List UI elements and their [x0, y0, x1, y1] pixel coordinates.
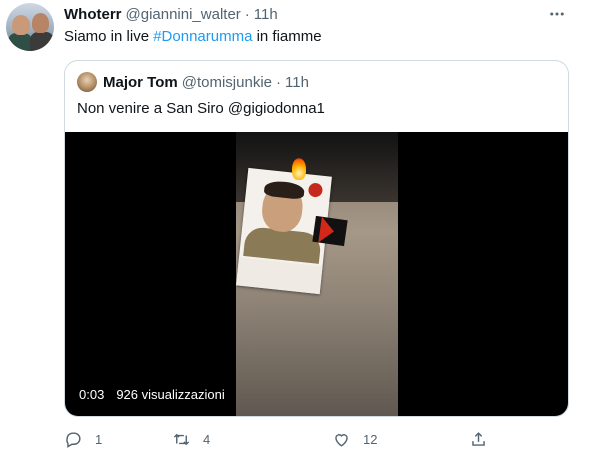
retweet-icon: [173, 433, 190, 445]
like-button[interactable]: 12: [332, 425, 377, 453]
more-icon[interactable]: [547, 4, 567, 24]
flag-sticker: [312, 215, 348, 247]
quoted-author-handle: @tomisjunkie: [181, 73, 272, 91]
video-player[interactable]: 0:03 926 visualizzazioni: [65, 132, 568, 416]
retweet-count: 4: [203, 431, 211, 447]
reply-button[interactable]: 1: [64, 425, 102, 453]
tweet-text-before: Siamo in live: [64, 28, 154, 45]
like-count: 12: [363, 431, 378, 447]
share-button[interactable]: [469, 425, 488, 453]
hashtag-link[interactable]: #Donnarumma: [153, 28, 252, 45]
like-icon: [335, 433, 348, 447]
video-info: 0:03 926 visualizzazioni: [79, 387, 225, 402]
quoted-author-name: Major Tom: [103, 73, 178, 91]
reply-count: 1: [95, 431, 103, 447]
reply-icon: [66, 431, 81, 448]
quoted-tweet[interactable]: Major Tom @tomisjunkie · 11h Non venire …: [64, 60, 569, 417]
share-icon: [472, 431, 485, 446]
quoted-tweet-time: 11h: [285, 73, 309, 91]
separator-dot: ·: [244, 5, 250, 23]
author-handle[interactable]: @giannini_walter: [126, 6, 241, 23]
retweet-button[interactable]: 4: [172, 425, 210, 453]
video-views: 926 visualizzazioni: [116, 387, 225, 402]
flame-icon: [292, 158, 306, 180]
action-bar: 1 4 12: [64, 425, 504, 453]
quoted-tweet-text: Non venire a San Siro @gigiodonna1: [77, 100, 325, 117]
author-avatar[interactable]: [6, 3, 54, 51]
separator-dot: ·: [276, 73, 281, 91]
video-duration: 0:03: [79, 387, 105, 402]
tweet-text: Siamo in live #Donnarumma in fiamme: [64, 27, 322, 47]
quoted-author-avatar[interactable]: [77, 72, 97, 92]
quoted-tweet-header: Major Tom @tomisjunkie · 11h: [103, 72, 309, 92]
tweet-header: Whoterr @giannini_walter · 11h: [64, 4, 278, 24]
tweet-time[interactable]: 11h: [254, 6, 278, 23]
tweet[interactable]: Whoterr @giannini_walter · 11h Siamo in …: [0, 0, 596, 455]
author-name[interactable]: Whoterr: [64, 6, 122, 23]
tweet-text-after: in fiamme: [252, 28, 322, 45]
video-frame: [236, 132, 398, 416]
